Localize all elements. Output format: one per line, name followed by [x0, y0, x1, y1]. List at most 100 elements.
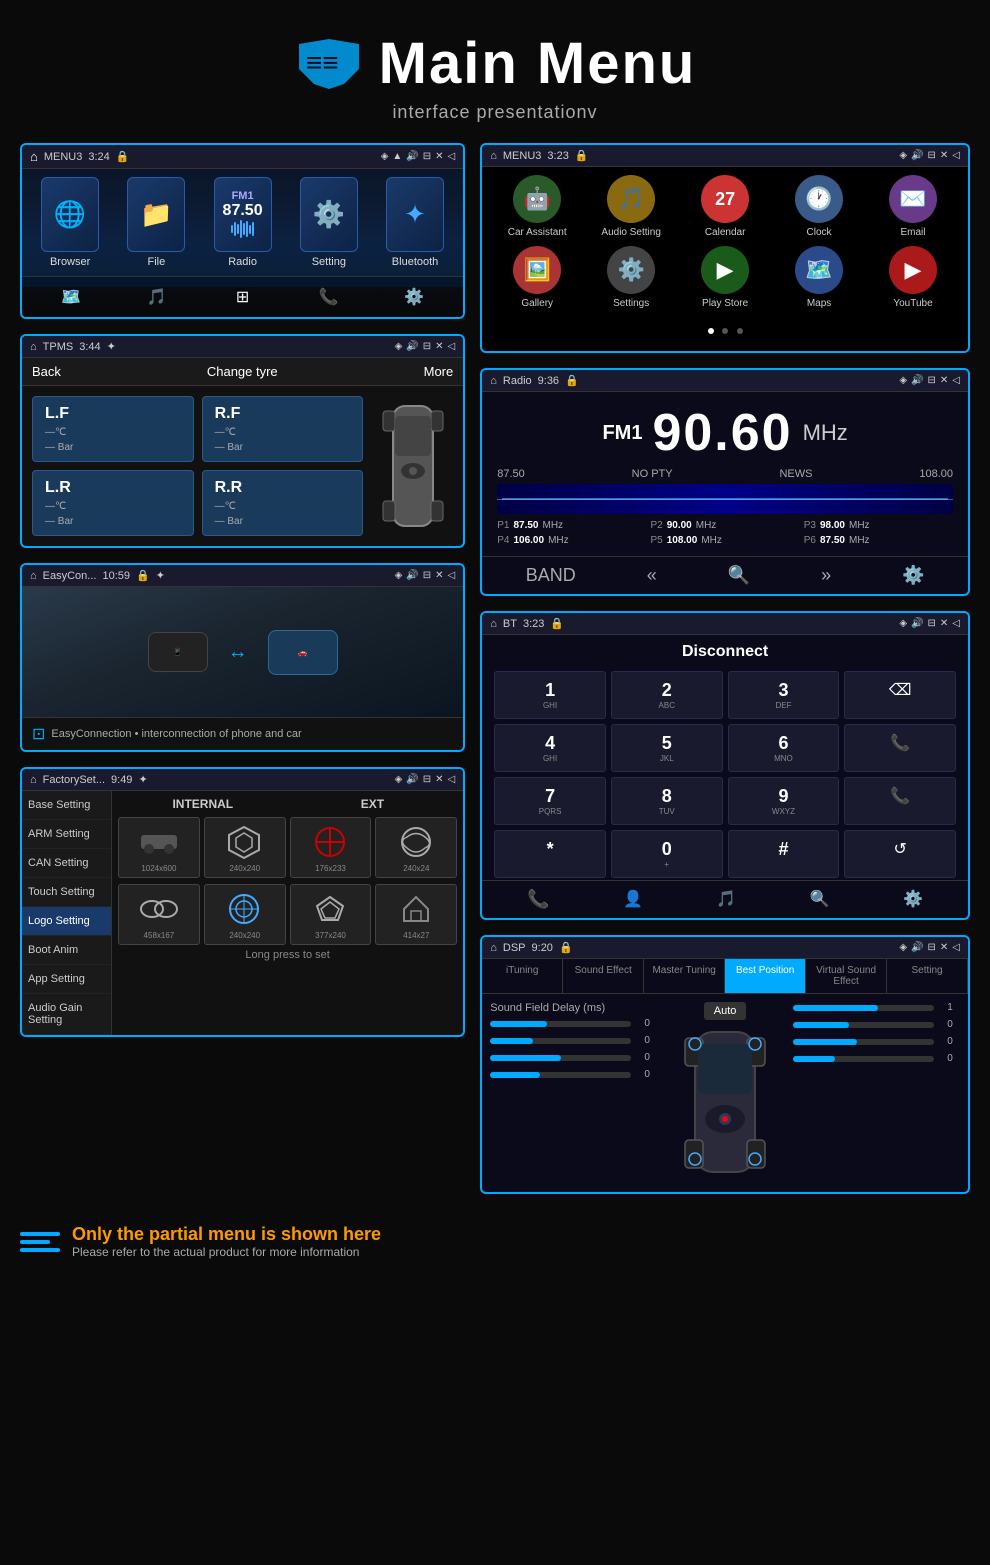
- radio-band-btn[interactable]: BAND: [526, 565, 576, 586]
- tpms-home-icon[interactable]: ⌂: [30, 341, 37, 353]
- appgrid-back-icon[interactable]: ◁: [952, 150, 960, 161]
- dsp-min-icon[interactable]: ⊟: [928, 942, 936, 953]
- easyconn-home-icon[interactable]: ⌂: [30, 570, 37, 582]
- tpms-min-icon[interactable]: ⊟: [423, 341, 431, 352]
- factory-home-icon[interactable]: ⌂: [30, 774, 37, 786]
- dial-backspace[interactable]: ⌫: [844, 671, 956, 719]
- dsp-back-icon[interactable]: ◁: [952, 942, 960, 953]
- tpms-back-icon[interactable]: ◁: [448, 341, 456, 352]
- dsp-tab-virtual-sound[interactable]: Virtual Sound Effect: [806, 959, 887, 993]
- factory-boot-anim[interactable]: Boot Anim: [22, 936, 111, 965]
- factory-touch-setting[interactable]: Touch Setting: [22, 878, 111, 907]
- tpms-back-btn[interactable]: Back: [32, 364, 61, 379]
- radio-prev-btn[interactable]: «: [647, 565, 657, 586]
- dial-2[interactable]: 2ABC: [611, 671, 723, 719]
- dial-3[interactable]: 3DEF: [728, 671, 840, 719]
- factory-arm-setting[interactable]: ARM Setting: [22, 820, 111, 849]
- dial-9[interactable]: 9WXYZ: [728, 777, 840, 825]
- bt-min-icon[interactable]: ⊟: [928, 618, 936, 629]
- taskbar-phone-icon[interactable]: 📞: [314, 283, 342, 311]
- dial-8[interactable]: 8TUV: [611, 777, 723, 825]
- preset-p6[interactable]: P6 87.50 MHz: [804, 535, 953, 546]
- radio-next-btn[interactable]: »: [821, 565, 831, 586]
- dial-star[interactable]: *: [494, 830, 606, 878]
- minimize-icon[interactable]: ⊟: [423, 151, 431, 162]
- dial-7[interactable]: 7PQRS: [494, 777, 606, 825]
- dial-refresh[interactable]: ↺: [844, 830, 956, 878]
- dsp-slider-bar-4[interactable]: [490, 1072, 631, 1078]
- browser-app[interactable]: 🌐 Browser: [35, 177, 105, 268]
- preset-p2[interactable]: P2 90.00 MHz: [650, 520, 799, 531]
- appgrid-close-icon[interactable]: ✕: [940, 150, 948, 161]
- easyconn-min-icon[interactable]: ⊟: [423, 570, 431, 581]
- dsp-home-icon[interactable]: ⌂: [490, 942, 497, 954]
- bt-music-icon[interactable]: 🎵: [716, 889, 736, 910]
- youtube-app[interactable]: ▶ YouTube: [881, 246, 946, 309]
- factory-audio-gain[interactable]: Audio Gain Setting: [22, 994, 111, 1035]
- logo-item-4[interactable]: 240x24: [375, 817, 457, 878]
- preset-p1[interactable]: P1 87.50 MHz: [497, 520, 646, 531]
- dsp-slider-bar-r2[interactable]: [793, 1022, 934, 1028]
- preset-p4[interactable]: P4 106.00 MHz: [497, 535, 646, 546]
- play-store-app[interactable]: ▶ Play Store: [693, 246, 758, 309]
- maps-app[interactable]: 🗺️ Maps: [787, 246, 852, 309]
- logo-item-5[interactable]: 458x167: [118, 884, 200, 945]
- preset-p3[interactable]: P3 98.00 MHz: [804, 520, 953, 531]
- radio-back-icon[interactable]: ◁: [952, 375, 960, 386]
- gallery-app[interactable]: 🖼️ Gallery: [505, 246, 570, 309]
- dsp-slider-bar-r3[interactable]: [793, 1039, 934, 1045]
- logo-item-8[interactable]: 414x27: [375, 884, 457, 945]
- back-icon[interactable]: ◁: [448, 151, 456, 162]
- logo-item-3[interactable]: 176x233: [290, 817, 372, 878]
- close-icon[interactable]: ✕: [435, 151, 443, 162]
- factory-logo-setting[interactable]: Logo Setting: [22, 907, 111, 936]
- bt-contacts-icon[interactable]: 👤: [623, 889, 643, 910]
- dsp-auto-button[interactable]: Auto: [704, 1002, 747, 1020]
- taskbar-music-icon[interactable]: 🎵: [143, 283, 171, 311]
- radio-min-icon[interactable]: ⊟: [928, 375, 936, 386]
- dsp-slider-bar-1[interactable]: [490, 1021, 631, 1027]
- factory-close-icon[interactable]: ✕: [435, 774, 443, 785]
- factory-app-setting[interactable]: App Setting: [22, 965, 111, 994]
- factory-back-icon[interactable]: ◁: [448, 774, 456, 785]
- appgrid-home-icon[interactable]: ⌂: [490, 150, 497, 162]
- bt-settings-icon[interactable]: ⚙️: [903, 889, 923, 910]
- logo-item-2[interactable]: 240x240: [204, 817, 286, 878]
- appgrid-min-icon[interactable]: ⊟: [928, 150, 936, 161]
- dsp-slider-bar-3[interactable]: [490, 1055, 631, 1061]
- dsp-slider-bar-r1[interactable]: [793, 1005, 934, 1011]
- easyconn-back-icon[interactable]: ◁: [448, 570, 456, 581]
- dsp-close-icon[interactable]: ✕: [940, 942, 948, 953]
- dial-hash[interactable]: #: [728, 830, 840, 878]
- logo-item-6[interactable]: 240x240: [204, 884, 286, 945]
- dial-call-red[interactable]: 📞: [844, 777, 956, 825]
- clock-app[interactable]: 🕐 Clock: [787, 175, 852, 238]
- dsp-slider-bar-2[interactable]: [490, 1038, 631, 1044]
- file-app[interactable]: 📁 File: [121, 177, 191, 268]
- factory-min-icon[interactable]: ⊟: [423, 774, 431, 785]
- preset-p5[interactable]: P5 108.00 MHz: [650, 535, 799, 546]
- car-assistant-app[interactable]: 🤖 Car Assistant: [505, 175, 570, 238]
- radio-search-btn[interactable]: 🔍: [728, 565, 750, 586]
- dsp-slider-bar-r4[interactable]: [793, 1056, 934, 1062]
- radio-close-icon[interactable]: ✕: [940, 375, 948, 386]
- factory-base-setting[interactable]: Base Setting: [22, 791, 111, 820]
- dial-5[interactable]: 5JKL: [611, 724, 723, 772]
- factory-can-setting[interactable]: CAN Setting: [22, 849, 111, 878]
- taskbar-settings-icon[interactable]: ⚙️: [400, 283, 428, 311]
- dsp-tab-sound-effect[interactable]: Sound Effect: [563, 959, 644, 993]
- home-icon[interactable]: ⌂: [30, 149, 38, 164]
- bt-home-icon[interactable]: ⌂: [490, 618, 497, 630]
- dsp-tab-ituning[interactable]: iTuning: [482, 959, 563, 993]
- easyconn-close-icon[interactable]: ✕: [435, 570, 443, 581]
- calendar-app[interactable]: 27 Calendar: [693, 175, 758, 238]
- dial-1[interactable]: 1GHI: [494, 671, 606, 719]
- taskbar-grid-icon[interactable]: ⊞: [229, 283, 257, 311]
- dsp-tab-setting[interactable]: Setting: [887, 959, 968, 993]
- settings-app[interactable]: ⚙️ Settings: [599, 246, 664, 309]
- dial-6[interactable]: 6MNO: [728, 724, 840, 772]
- audio-setting-app[interactable]: 🎵 Audio Setting: [599, 175, 664, 238]
- radio-app[interactable]: FM1 87.50 Radio: [208, 177, 278, 268]
- bt-call-icon[interactable]: 📞: [527, 889, 549, 910]
- bt-search-icon[interactable]: 🔍: [810, 889, 830, 910]
